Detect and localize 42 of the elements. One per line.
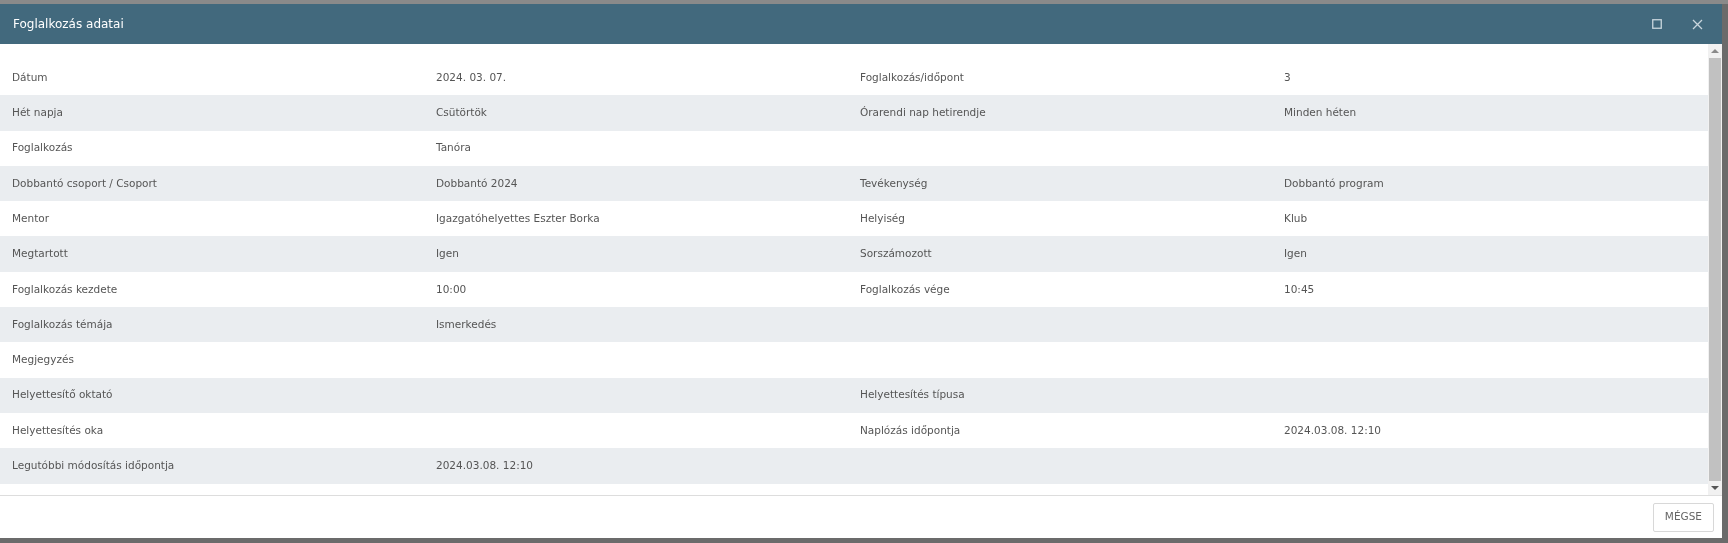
table-cell: Csütörtök [436,105,487,121]
table-cell: Megjegyzés [12,352,74,368]
table-cell-text: Ismerkedés [436,316,497,332]
table-cell-text: Igazgatóhelyettes Eszter Borka [436,210,600,226]
table-cell-text: Foglalkozás témája [12,316,113,332]
table-cell-text: Dobbantó 2024 [436,175,518,191]
table-cell: Hét napja [12,105,63,121]
table-cell-text: Foglalkozás [12,140,73,156]
table-cell-text: Mentor [12,210,50,226]
table-cell-text: Foglalkozás vége [860,281,950,297]
table-cell-text: Naplózás időpontja [860,422,961,438]
table-cell-text: Dátum [12,69,48,85]
table-cell: Minden héten [1284,105,1357,121]
table-cell: Igen [1284,246,1307,262]
table-cell-text: Helyettesítés típusa [860,387,965,403]
scrollbar[interactable] [1708,44,1722,495]
table-cell: Órarendi nap hetirendje [860,105,986,121]
table-cell: Igen [436,246,459,262]
table-cell: Megtartott [12,246,68,262]
table-cell-text: Helyiség [860,210,905,226]
maximize-icon [1652,19,1662,29]
table-cell-text: Helyettesítő oktató [12,387,113,403]
table-cell: Sorszámozott [860,246,932,262]
cancel-button[interactable]: MÉGSE [1652,502,1714,532]
table-cell-text: Tanóra [436,140,471,156]
table-cell-text: 2024. 03. 07. [436,69,507,85]
table-cell-text: 10:00 [436,281,467,297]
table-cell-text: Klub [1284,210,1308,226]
table-cell-text: Dobbantó program [1284,175,1384,191]
table-cell-text: Helyettesítés oka [12,422,104,438]
table-cell-text: Tevékenység [860,175,928,191]
table-cell-text: Foglalkozás/időpont [860,69,964,85]
table-cell: 2024.03.08. 12:10 [436,458,534,474]
table-cell-text: 10:45 [1284,281,1315,297]
table-cell-text: 3 [1284,69,1291,85]
scrollbar-thumb[interactable] [1709,58,1721,481]
window-title: Foglalkozás adatai [13,16,125,33]
table-cell: Legutóbbi módosítás időpontja [12,458,175,474]
table-cell-text: Dobbantó csoport / Csoport [12,175,157,191]
table-cell-text: 2024.03.08. 12:10 [1284,422,1382,438]
close-icon [1691,18,1703,30]
table-cell-text: Foglalkozás kezdete [12,281,118,297]
